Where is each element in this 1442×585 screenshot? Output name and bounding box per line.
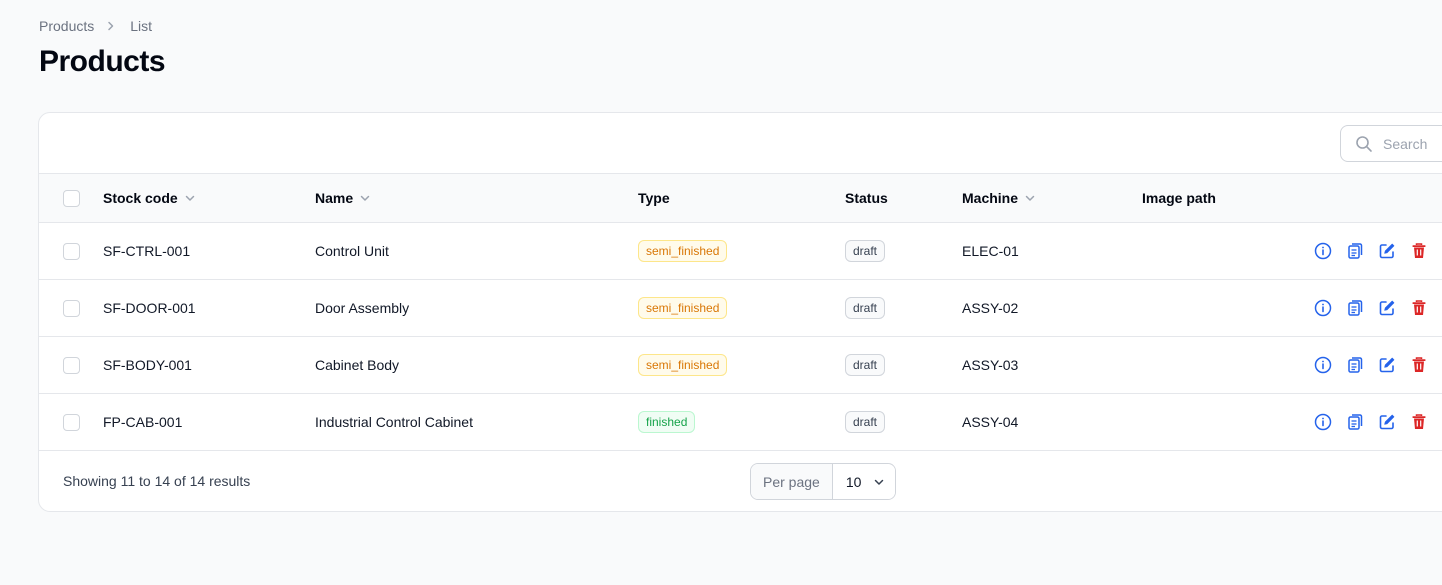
stock-code-cell: SF-CTRL-001	[103, 243, 191, 259]
status-badge: draft	[845, 411, 886, 433]
search-icon	[1355, 135, 1373, 153]
column-header-image-path: Image path	[1142, 190, 1216, 206]
breadcrumb-products-link[interactable]: Products	[39, 18, 94, 34]
stock-code-cell: SF-DOOR-001	[103, 300, 196, 316]
column-header-status: Status	[845, 190, 888, 206]
stock-code-cell: SF-BODY-001	[103, 357, 192, 373]
stock-code-cell: FP-CAB-001	[103, 414, 183, 430]
column-header-type: Type	[638, 190, 670, 206]
clipboard-icon[interactable]	[1344, 354, 1366, 376]
status-badge: draft	[845, 354, 886, 376]
column-label-stock-code: Stock code	[103, 190, 178, 206]
row-checkbox[interactable]	[63, 413, 80, 431]
table-row: SF-BODY-001 Cabinet Body semi_finished d…	[39, 337, 1442, 394]
trash-icon[interactable]	[1408, 240, 1430, 262]
machine-cell: ASSY-04	[962, 414, 1019, 430]
trash-icon[interactable]	[1408, 411, 1430, 433]
machine-cell: ASSY-02	[962, 300, 1019, 316]
info-icon[interactable]	[1312, 354, 1334, 376]
pagination-summary: Showing 11 to 14 of 14 results	[63, 473, 251, 489]
name-cell: Control Unit	[315, 243, 389, 259]
select-all-checkbox[interactable]	[63, 189, 80, 207]
chevron-right-icon	[106, 21, 116, 31]
page-title: Products	[39, 45, 166, 78]
chevron-down-icon	[874, 479, 884, 485]
column-header-name[interactable]: Name	[315, 190, 371, 206]
column-label-machine: Machine	[962, 190, 1019, 206]
machine-cell: ELEC-01	[962, 243, 1019, 259]
clipboard-icon[interactable]	[1344, 297, 1366, 319]
per-page-label: Per page	[751, 464, 833, 499]
name-cell: Industrial Control Cabinet	[315, 414, 473, 430]
table-toolbar	[39, 113, 1442, 174]
row-checkbox[interactable]	[63, 356, 80, 374]
table-footer: Showing 11 to 14 of 14 results Per page …	[39, 451, 1442, 511]
table-row: FP-CAB-001 Industrial Control Cabinet fi…	[39, 394, 1442, 451]
name-cell: Door Assembly	[315, 300, 410, 316]
table-row: SF-DOOR-001 Door Assembly semi_finished …	[39, 280, 1442, 337]
info-icon[interactable]	[1312, 411, 1334, 433]
name-cell: Cabinet Body	[315, 357, 400, 373]
search-input[interactable]	[1383, 135, 1442, 152]
clipboard-icon[interactable]	[1344, 240, 1366, 262]
table-header: Stock code Name Type Status Machine Imag…	[39, 174, 1442, 223]
type-badge: finished	[638, 411, 696, 433]
breadcrumb-current: List	[130, 18, 153, 34]
column-label-name: Name	[315, 190, 354, 206]
edit-icon[interactable]	[1376, 297, 1398, 319]
row-checkbox[interactable]	[63, 242, 80, 260]
machine-cell: ASSY-03	[962, 357, 1019, 373]
column-header-stock-code[interactable]: Stock code	[103, 190, 196, 206]
trash-icon[interactable]	[1408, 297, 1430, 319]
trash-icon[interactable]	[1408, 354, 1430, 376]
edit-icon[interactable]	[1376, 354, 1398, 376]
search-box[interactable]	[1340, 125, 1442, 162]
per-page-select[interactable]: 10	[832, 464, 895, 499]
edit-icon[interactable]	[1376, 240, 1398, 262]
products-table-card: Stock code Name Type Status Machine Imag…	[38, 112, 1442, 512]
per-page-value: 10	[845, 473, 862, 490]
type-badge: semi_finished	[638, 354, 728, 376]
status-badge: draft	[845, 297, 886, 319]
info-icon[interactable]	[1312, 297, 1334, 319]
info-icon[interactable]	[1312, 240, 1334, 262]
column-header-machine[interactable]: Machine	[962, 190, 1036, 206]
status-badge: draft	[845, 240, 886, 262]
clipboard-icon[interactable]	[1344, 411, 1366, 433]
type-badge: semi_finished	[638, 297, 728, 319]
chevron-down-icon	[1025, 195, 1035, 201]
per-page-control: Per page 10	[750, 463, 896, 500]
type-badge: semi_finished	[638, 240, 728, 262]
table-row: SF-CTRL-001 Control Unit semi_finished d…	[39, 223, 1442, 280]
row-checkbox[interactable]	[63, 299, 80, 317]
chevron-down-icon	[185, 195, 194, 201]
edit-icon[interactable]	[1376, 411, 1398, 433]
breadcrumb: Products List	[39, 18, 152, 34]
chevron-down-icon	[360, 195, 370, 201]
